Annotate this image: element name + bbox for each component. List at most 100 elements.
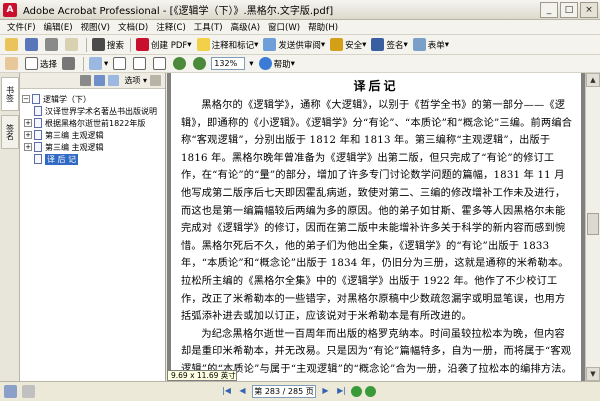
menu-view[interactable]: 视图(V) [77,21,114,33]
toolbar-separator [86,37,87,52]
previous-page-button[interactable]: ◀ [236,385,249,398]
menu-bar: 文件(F) 编辑(E) 视图(V) 文档(D) 注释(C) 工具(T) 高级(A… [0,20,600,35]
close-panel-icon[interactable] [150,75,161,86]
tab-bookmarks[interactable]: 书签 [1,77,19,111]
menu-advanced[interactable]: 高级(A) [227,21,264,33]
expand-toggle-icon[interactable]: + [24,131,32,139]
send-review-button[interactable]: 发送供审阅 ▾ [261,37,327,53]
tab-signatures[interactable]: 签名 [1,115,19,149]
forms-label: 表单 [427,40,445,51]
email-button[interactable] [63,37,82,53]
sign-button[interactable]: 签名 ▾ [369,37,409,53]
document-properties-icon[interactable] [22,385,35,398]
menu-edit[interactable]: 编辑(E) [40,21,77,33]
select-label: 选择 [40,59,58,70]
zoom-dropdown[interactable]: ▾ [247,56,255,72]
search-button[interactable]: 搜索 [90,37,126,53]
magnifier-icon [89,57,103,70]
bookmark-item[interactable]: + 第三编 主观逻辑 [20,141,165,153]
comment-markup-button[interactable]: 注释和标记 ▾ [195,37,261,53]
sign-label: 签名 [386,40,404,51]
bookmark-icon [34,142,42,152]
binoculars-icon [92,38,105,51]
expand-toggle-icon[interactable]: + [24,119,32,127]
bookmark-item-selected[interactable]: 译 后 记 [20,153,165,165]
previous-view-icon[interactable] [351,386,362,397]
create-pdf-button[interactable]: 创建 PDF ▾ [134,37,194,53]
scroll-down-arrow-icon[interactable]: ▼ [586,367,600,381]
menu-help[interactable]: 帮助(H) [304,21,342,33]
review-icon [263,38,277,51]
menu-file[interactable]: 文件(F) [3,21,40,33]
fit-page-button[interactable] [111,56,130,72]
bookmark-label: 第三编 主观逻辑 [45,130,104,140]
document-view[interactable]: 译后记 黑格尔的《逻辑学》，通称《大逻辑》，以别于《哲学全书》的第一部分——《逻… [167,73,585,381]
maximize-button[interactable]: □ [560,2,578,18]
bookmark-item[interactable]: 汉译世界学术名著丛书出版说明 [20,105,165,117]
secure-button[interactable]: 安全 ▾ [328,37,368,53]
fit-width-button[interactable] [151,56,170,72]
vertical-scrollbar[interactable]: ▲ ▼ [585,73,600,381]
status-left-icons [4,385,37,398]
menu-window[interactable]: 窗口(W) [264,21,304,33]
bookmark-item[interactable]: + 根据黑格尔逝世前1822年版 [20,117,165,129]
select-tool-button[interactable]: 选择 [23,56,59,72]
close-button[interactable]: × [580,2,598,18]
toolbar-view: 选择 ▾ 132% ▾ 帮助 ▾ [0,55,600,73]
forms-button[interactable]: 表单 ▾ [411,37,451,53]
menu-comments[interactable]: 注释(C) [152,21,190,33]
next-view-icon[interactable] [365,386,376,397]
page-number-field[interactable]: 第 283 / 285 页 [252,385,316,398]
collapse-toggle-icon[interactable]: − [22,95,30,103]
actual-size-button[interactable] [131,56,150,72]
secure-label: 安全 [345,40,363,51]
print-button[interactable] [43,37,62,53]
cursor-icon [25,57,38,70]
fit-width-icon [153,57,167,70]
layers-icon[interactable] [4,385,17,398]
snapshot-tool-button[interactable] [60,56,79,72]
save-button[interactable] [23,37,42,53]
bookmark-options-button[interactable]: 选项 ▾ [124,75,147,86]
bookmark-label: 译 后 记 [45,153,79,165]
new-bookmark-icon[interactable] [94,75,106,86]
window-controls: _ □ × [540,2,598,18]
scroll-thumb[interactable] [587,213,599,235]
menu-document[interactable]: 文档(D) [114,21,152,33]
bookmark-panel: 选项 ▾ − 逻辑学（下） 汉译世界学术名著丛书出版说明 + 根据黑格尔逝世前1… [20,73,166,381]
zoom-in-button[interactable] [191,56,210,72]
tab-signatures-label: 签名 [5,124,15,140]
menu-tools[interactable]: 工具(T) [190,21,227,33]
toolbar-separator [83,56,85,71]
help-label: 帮助 [273,59,291,70]
title-bar: A Adobe Acrobat Professional - [《逻辑学（下）》… [0,0,600,20]
comment-label: 注释和标记 [211,40,255,51]
bookmark-toolbar: 选项 ▾ [20,73,165,89]
zoom-out-button[interactable] [171,56,190,72]
scroll-up-arrow-icon[interactable]: ▲ [586,73,600,87]
page-navigation: |◀ ◀ 第 283 / 285 页 ▶ ▶| [220,385,376,398]
window-title: Adobe Acrobat Professional - [《逻辑学（下）》.黑… [23,6,334,17]
expand-toggle-icon[interactable]: + [24,143,32,151]
delete-bookmark-icon[interactable] [80,75,92,86]
expand-bookmark-icon[interactable] [108,75,120,86]
zoom-tool-button[interactable]: ▾ [87,56,110,72]
last-page-button[interactable]: ▶| [335,385,348,398]
comment-icon [196,38,210,51]
pdf-page[interactable]: 译后记 黑格尔的《逻辑学》，通称《大逻辑》，以别于《哲学全书》的第一部分——《逻… [171,73,581,381]
folder-icon [5,38,18,51]
bookmark-item[interactable]: + 第三编 主观逻辑 [20,129,165,141]
bookmark-label: 根据黑格尔逝世前1822年版 [45,118,146,128]
navigation-pane-tabs: 书签 签名 [0,73,20,381]
zoom-in-icon [193,57,207,70]
first-page-button[interactable]: |◀ [220,385,233,398]
hand-tool-button[interactable] [3,56,22,72]
zoom-level-input[interactable]: 132% [211,57,246,70]
help-toolbar-button[interactable]: 帮助 ▾ [257,56,297,72]
page-size-indicator: 9.69 x 11.69 英寸 [167,370,237,381]
next-page-button[interactable]: ▶ [319,385,332,398]
minimize-button[interactable]: _ [540,2,558,18]
bookmark-tree: − 逻辑学（下） 汉译世界学术名著丛书出版说明 + 根据黑格尔逝世前1822年版… [20,89,165,165]
bookmark-item[interactable]: − 逻辑学（下） [20,93,165,105]
open-button[interactable] [3,37,22,53]
